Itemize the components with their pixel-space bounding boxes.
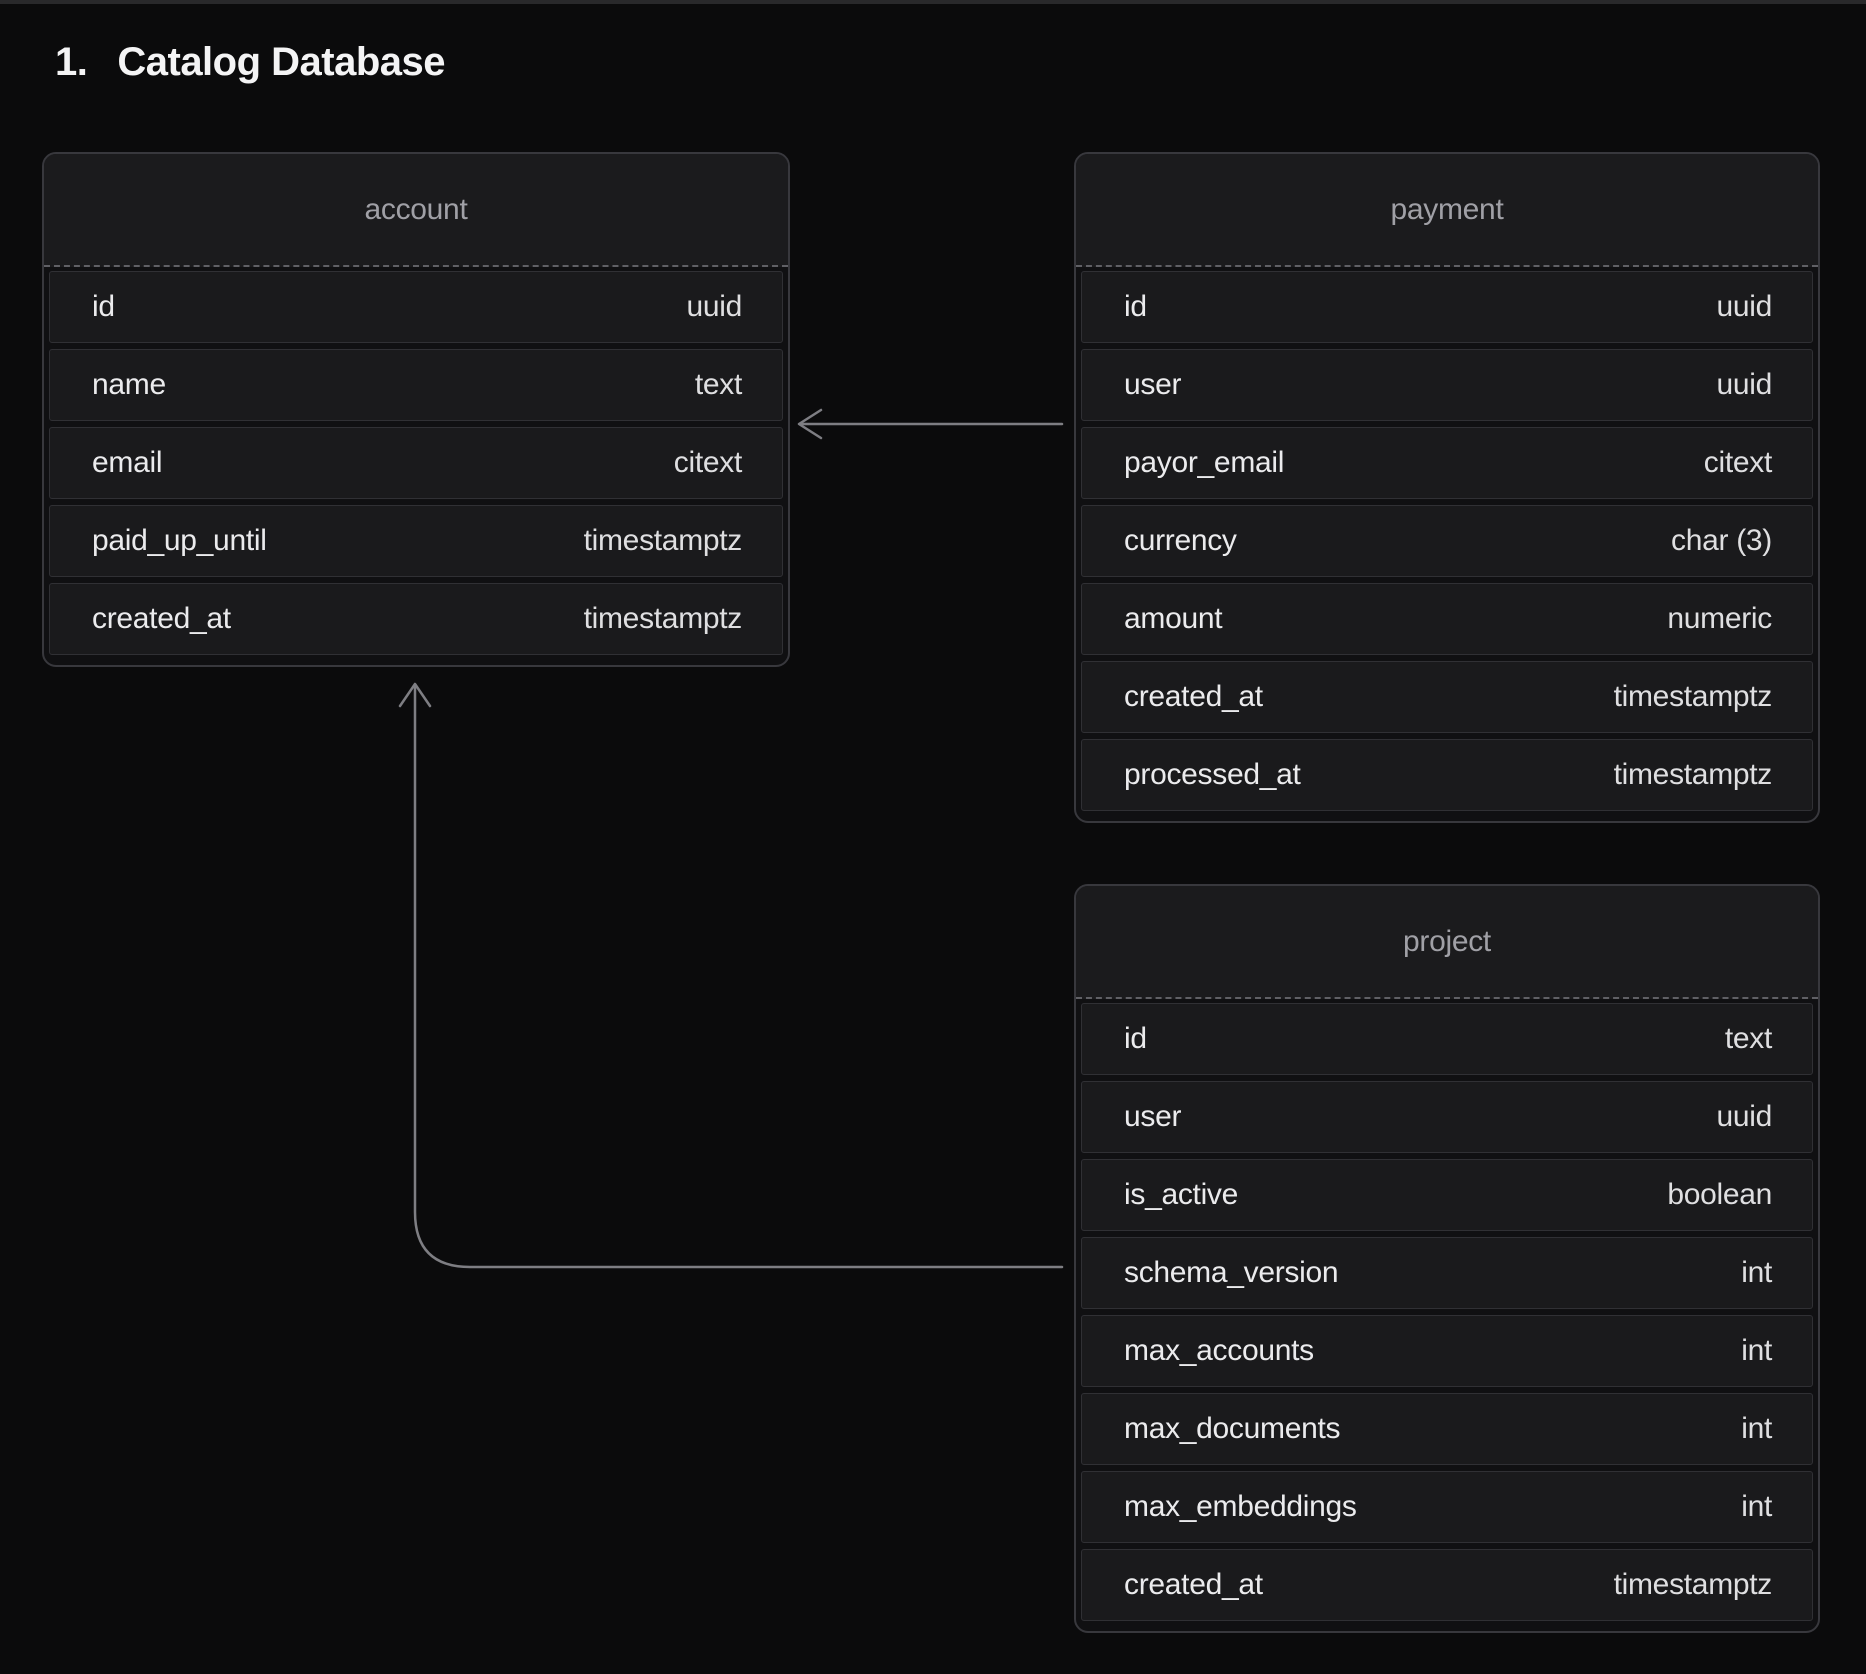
table-row[interactable]: max_accounts int — [1081, 1315, 1813, 1387]
field-type: timestamptz — [584, 524, 742, 558]
field-type: int — [1741, 1490, 1772, 1524]
field-type: text — [1725, 1022, 1772, 1056]
relation-line — [415, 686, 1062, 1267]
table-row[interactable]: processed_at timestamptz — [1081, 739, 1813, 811]
field-type: uuid — [686, 290, 742, 324]
table-project-header[interactable]: project — [1076, 886, 1818, 999]
field-name: created_at — [92, 602, 231, 636]
table-payment-rows: id uuid user uuid payor_email citext cur… — [1076, 267, 1818, 821]
table-row[interactable]: max_documents int — [1081, 1393, 1813, 1465]
table-row[interactable]: id uuid — [49, 271, 783, 343]
field-type: uuid — [1716, 290, 1772, 324]
field-name: payor_email — [1124, 446, 1284, 480]
table-row[interactable]: created_at timestamptz — [49, 583, 783, 655]
table-row[interactable]: created_at timestamptz — [1081, 1549, 1813, 1621]
field-type: numeric — [1667, 602, 1772, 636]
table-project-rows: id text user uuid is_active boolean sche… — [1076, 999, 1818, 1631]
arrowhead-up-icon — [400, 684, 430, 706]
field-name: processed_at — [1124, 758, 1301, 792]
field-name: max_accounts — [1124, 1334, 1314, 1368]
table-title: project — [1403, 925, 1491, 959]
table-account-header[interactable]: account — [44, 154, 788, 267]
field-type: int — [1741, 1412, 1772, 1446]
table-row[interactable]: email citext — [49, 427, 783, 499]
field-name: created_at — [1124, 1568, 1263, 1602]
table-row[interactable]: user uuid — [1081, 349, 1813, 421]
page-title: 1. Catalog Database — [55, 40, 445, 85]
field-type: char (3) — [1671, 524, 1772, 558]
window-top-edge — [0, 0, 1866, 4]
field-type: timestamptz — [1614, 1568, 1772, 1602]
table-project[interactable]: project id text user uuid is_active bool… — [1074, 884, 1820, 1633]
field-name: currency — [1124, 524, 1237, 558]
field-type: int — [1741, 1334, 1772, 1368]
field-name: max_documents — [1124, 1412, 1340, 1446]
field-name: user — [1124, 1100, 1181, 1134]
page-title-number: 1. — [55, 40, 87, 85]
table-payment[interactable]: payment id uuid user uuid payor_email ci… — [1074, 152, 1820, 823]
table-row[interactable]: currency char (3) — [1081, 505, 1813, 577]
field-name: id — [1124, 1022, 1147, 1056]
relation-project-account — [400, 684, 1062, 1267]
table-account-rows: id uuid name text email citext paid_up_u… — [44, 267, 788, 665]
field-name: user — [1124, 368, 1181, 402]
field-name: max_embeddings — [1124, 1490, 1357, 1524]
field-type: text — [695, 368, 742, 402]
table-row[interactable]: name text — [49, 349, 783, 421]
field-type: timestamptz — [1614, 680, 1772, 714]
field-type: int — [1741, 1256, 1772, 1290]
table-row[interactable]: is_active boolean — [1081, 1159, 1813, 1231]
table-row[interactable]: amount numeric — [1081, 583, 1813, 655]
field-type: citext — [674, 446, 742, 480]
table-account[interactable]: account id uuid name text email citext p… — [42, 152, 790, 667]
relation-payment-account — [799, 410, 1062, 438]
field-name: id — [1124, 290, 1147, 324]
table-row[interactable]: schema_version int — [1081, 1237, 1813, 1309]
field-name: amount — [1124, 602, 1222, 636]
field-type: citext — [1704, 446, 1772, 480]
field-type: timestamptz — [1614, 758, 1772, 792]
field-name: is_active — [1124, 1178, 1238, 1212]
field-type: uuid — [1716, 368, 1772, 402]
table-payment-header[interactable]: payment — [1076, 154, 1818, 267]
table-title: payment — [1391, 193, 1504, 227]
field-name: paid_up_until — [92, 524, 267, 558]
diagram-canvas[interactable]: 1. Catalog Database account id uuid name… — [0, 0, 1866, 1674]
page-title-text: Catalog Database — [117, 40, 445, 85]
field-type: uuid — [1716, 1100, 1772, 1134]
field-name: id — [92, 290, 115, 324]
arrowhead-left-icon — [799, 410, 821, 438]
table-row[interactable]: user uuid — [1081, 1081, 1813, 1153]
field-type: timestamptz — [584, 602, 742, 636]
table-row[interactable]: created_at timestamptz — [1081, 661, 1813, 733]
field-name: created_at — [1124, 680, 1263, 714]
field-name: schema_version — [1124, 1256, 1338, 1290]
table-title: account — [365, 193, 468, 227]
table-row[interactable]: max_embeddings int — [1081, 1471, 1813, 1543]
table-row[interactable]: paid_up_until timestamptz — [49, 505, 783, 577]
table-row[interactable]: payor_email citext — [1081, 427, 1813, 499]
field-type: boolean — [1667, 1178, 1772, 1212]
field-name: name — [92, 368, 166, 402]
table-row[interactable]: id text — [1081, 1003, 1813, 1075]
field-name: email — [92, 446, 162, 480]
table-row[interactable]: id uuid — [1081, 271, 1813, 343]
